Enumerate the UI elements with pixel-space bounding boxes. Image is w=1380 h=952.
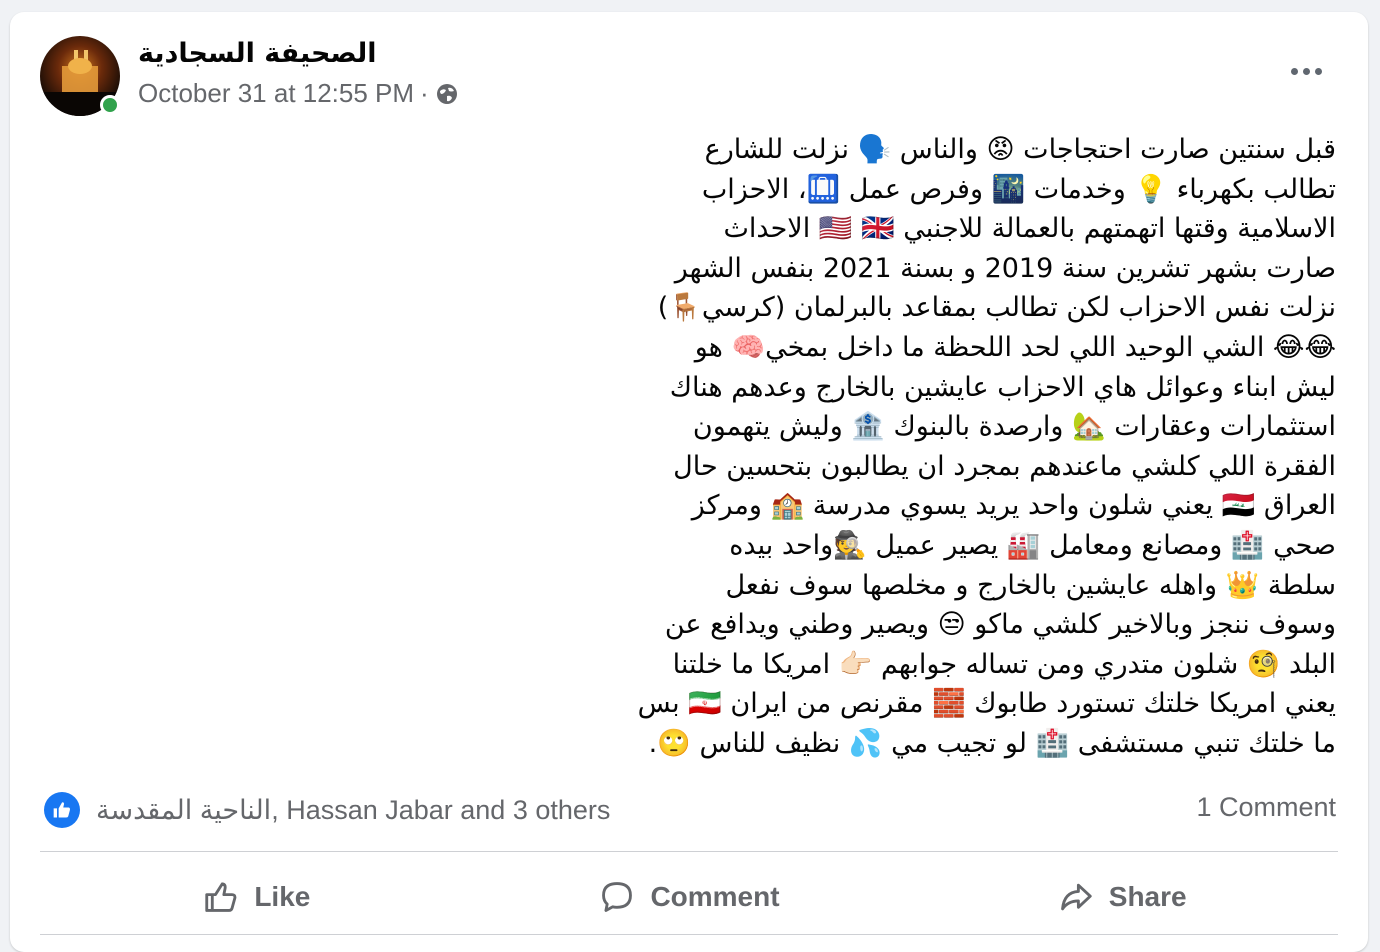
post-body-line: الاسلامية وقتها اتهمتهم بالعمالة للاجنبي…	[723, 213, 1336, 245]
like-reaction-icon	[44, 792, 80, 828]
dot-icon	[1290, 67, 1298, 75]
action-bar: Like Comment Share	[40, 862, 1338, 932]
post-body-line: صحي 🏥 ومصانع ومعامل 🏭 يصير عميل 🕵️واحد ب…	[729, 529, 1336, 561]
dot-icon	[1314, 67, 1322, 75]
post-body-line: 😂😂 الشي الوحيد اللي لحد اللحظة ما داخل ب…	[694, 331, 1336, 363]
globe-icon[interactable]	[435, 82, 459, 106]
post-body-line: صارت بشهر تشرين سنة 2019 و بسنة 2021 بنف…	[674, 252, 1336, 284]
comment-count-link[interactable]: 1 Comment	[1196, 792, 1336, 823]
thumbs-up-icon	[205, 882, 237, 912]
post-body-line: الفقرة اللي كلشي ماعندهم بمجرد ان يطالبو…	[673, 450, 1336, 482]
post-body-line: قبل سنتين صارت احتجاجات 😡 والناس 🗣️ نزلت…	[704, 134, 1336, 165]
comment-button[interactable]: Comment	[473, 862, 906, 932]
share-button[interactable]: Share	[905, 862, 1338, 932]
like-label: Like	[254, 881, 311, 912]
online-status-indicator	[100, 95, 120, 115]
post-body-line: استثمارات وعقارات 🏡 وارصدة بالبنوك 🏦 ولي…	[692, 411, 1336, 443]
reactions-summary[interactable]: الناحية المقدسة, Hassan Jabar and 3 othe…	[44, 792, 610, 828]
post-body-line: العراق 🇮🇶 يعني شلون واحد يريد يسوي مدرسة…	[691, 490, 1336, 522]
post-body-line: ليش ابناء وعوائل هاي الاحزاب عايشين بالخ…	[669, 371, 1336, 403]
divider	[40, 934, 1338, 935]
dot-icon	[1302, 67, 1310, 75]
comment-bubble-icon	[602, 882, 633, 912]
meta-separator: ·	[420, 78, 429, 108]
post-body-line: وسوف ننجز وبالاخير كلشي ماكو 😒 ويصير وطن…	[664, 609, 1336, 641]
post-body-line: ما خلتك تنبي مستشفى 🏥 لو تجيب مي 💦 نظيف …	[648, 727, 1336, 759]
post-body-line: البلد 🧐 شلون متدري ومن تساله جوابهم 👉🏻 ا…	[672, 648, 1336, 680]
divider	[40, 851, 1338, 852]
reaction-names[interactable]: الناحية المقدسة, Hassan Jabar and 3 othe…	[96, 795, 610, 826]
like-button[interactable]: Like	[40, 862, 473, 932]
post-meta: October 31 at 12:55 PM ·	[138, 78, 459, 109]
post-timestamp[interactable]: October 31 at 12:55 PM	[138, 78, 414, 109]
post-body-line: نزلت نفس الاحزاب لكن تطالب بمقاعد بالبرل…	[657, 292, 1336, 324]
post-body-line: يعني امريكا خلتك تستورد طابوك 🧱 مقرنص من…	[637, 688, 1336, 720]
post-body: قبل سنتين صارت احتجاجات 😡 والناس 🗣️ نزلت…	[616, 130, 1336, 764]
post-body-line: تطالب بكهرباء 💡 وخدمات 🌃 وفرص عمل 🛄، الا…	[701, 173, 1336, 205]
share-arrow-icon	[1060, 883, 1092, 911]
more-options-button[interactable]	[1284, 56, 1328, 86]
page-name-link[interactable]: الصحيفة السجادية	[138, 38, 377, 69]
comment-label: Comment	[650, 881, 780, 912]
share-label: Share	[1108, 881, 1187, 912]
post-card: الصحيفة السجادية October 31 at 12:55 PM …	[10, 12, 1368, 952]
post-body-line: سلطة 👑 واهله عايشين بالخارج و مخلصها سوف…	[725, 569, 1336, 601]
